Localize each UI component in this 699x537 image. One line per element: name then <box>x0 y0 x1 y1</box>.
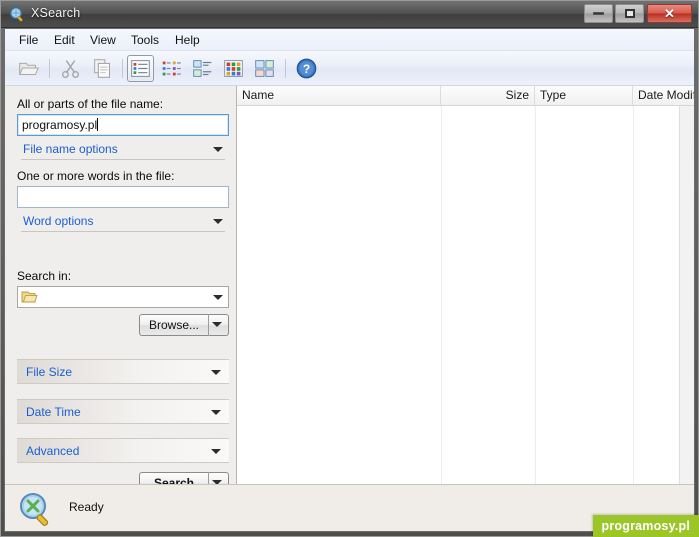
toolbar-separator-1 <box>49 59 50 78</box>
section-file-size-label: File Size <box>26 365 73 379</box>
view-small-icons-button[interactable] <box>220 55 247 82</box>
chevron-down-icon <box>211 449 221 454</box>
title-bar[interactable]: XSearch ✕ <box>1 1 698 28</box>
status-text: Ready <box>69 500 104 514</box>
divider <box>21 231 225 232</box>
window-title: XSearch <box>31 6 81 20</box>
view-large-icons-button[interactable] <box>251 55 278 82</box>
open-folder-icon <box>18 62 39 76</box>
menu-item-tools[interactable]: Tools <box>125 32 165 48</box>
view-tiles-icon <box>193 60 212 77</box>
close-button[interactable]: ✕ <box>647 4 692 23</box>
view-list-icon <box>162 61 181 76</box>
column-divider <box>633 106 634 487</box>
section-date-time-label: Date Time <box>26 405 81 419</box>
toolbar: ? <box>5 51 694 86</box>
copy-icon <box>94 59 110 78</box>
watermark-badge: programosy.pl <box>592 515 699 537</box>
word-options-toggle[interactable]: Word options <box>17 212 229 232</box>
magnifier-icon <box>9 6 23 22</box>
results-header: Name Size Type Date Modif <box>237 86 694 106</box>
menu-item-file[interactable]: File <box>13 32 44 48</box>
results-list[interactable] <box>237 106 694 487</box>
help-icon: ? <box>296 58 317 79</box>
cut-button[interactable] <box>57 55 84 82</box>
column-divider <box>441 106 442 487</box>
search-in-label: Search in: <box>17 269 72 283</box>
application-window: XSearch ✕ File Edit View Tools Help ? Al… <box>0 0 699 537</box>
menu-item-edit[interactable]: Edit <box>48 32 81 48</box>
toolbar-separator-3 <box>285 59 286 78</box>
chevron-down-icon <box>213 295 223 300</box>
column-divider <box>535 106 536 487</box>
file-name-options-label: File name options <box>23 142 118 156</box>
view-small-icons-icon <box>224 60 243 77</box>
copy-button[interactable] <box>89 55 116 82</box>
chevron-down-icon <box>211 410 221 415</box>
section-date-time[interactable]: Date Time <box>17 399 229 424</box>
chevron-down-icon <box>211 370 221 375</box>
menu-item-help[interactable]: Help <box>169 32 206 48</box>
maximize-icon <box>624 9 635 18</box>
view-tiles-button[interactable] <box>189 55 216 82</box>
chevron-down-icon <box>212 322 222 327</box>
view-large-icons-icon <box>255 60 274 77</box>
menu-item-view[interactable]: View <box>84 32 122 48</box>
cut-icon <box>61 60 80 78</box>
words-input[interactable] <box>17 186 229 208</box>
client-area: File Edit View Tools Help ? All or parts… <box>4 28 695 532</box>
text-caret <box>97 118 99 131</box>
browse-button[interactable]: Browse... <box>139 314 229 336</box>
column-header-name[interactable]: Name <box>237 86 441 105</box>
file-name-options-toggle[interactable]: File name options <box>17 140 229 160</box>
view-details-button[interactable] <box>127 55 154 82</box>
view-list-button[interactable] <box>158 55 185 82</box>
search-in-combobox[interactable] <box>17 286 229 308</box>
section-advanced-label: Advanced <box>26 444 80 458</box>
open-folder-button[interactable] <box>15 55 42 82</box>
magnifier-icon <box>20 493 49 526</box>
words-label: One or more words in the file: <box>17 169 175 183</box>
help-button[interactable]: ? <box>293 55 320 82</box>
browse-button-label: Browse... <box>148 318 199 332</box>
folder-icon <box>21 291 38 303</box>
column-header-type[interactable]: Type <box>535 86 633 105</box>
column-header-date-modified[interactable]: Date Modif <box>633 86 694 105</box>
word-options-label: Word options <box>23 214 94 228</box>
vertical-scrollbar[interactable] <box>679 106 694 504</box>
chevron-down-icon <box>213 147 223 152</box>
search-in-dropdown-button[interactable] <box>210 287 228 307</box>
maximize-button[interactable] <box>615 4 644 23</box>
chevron-down-icon <box>213 219 223 224</box>
column-header-size[interactable]: Size <box>441 86 535 105</box>
section-file-size[interactable]: File Size <box>17 359 229 384</box>
filename-input-value: programosy.pl <box>22 118 98 132</box>
results-pane: Name Size Type Date Modif <box>237 86 694 504</box>
section-advanced[interactable]: Advanced <box>17 438 229 463</box>
toolbar-separator-2 <box>122 59 123 78</box>
minimize-button[interactable] <box>584 4 613 23</box>
filename-input[interactable]: programosy.pl <box>17 114 229 136</box>
browse-dropdown-button[interactable] <box>208 314 228 336</box>
search-panel: All or parts of the file name: programos… <box>5 86 237 504</box>
close-icon: ✕ <box>664 6 675 21</box>
filename-label: All or parts of the file name: <box>17 97 164 111</box>
divider <box>21 159 225 160</box>
view-details-icon <box>131 60 150 77</box>
minimize-icon <box>593 12 604 15</box>
status-bar: Ready <box>5 484 694 531</box>
menu-bar: File Edit View Tools Help <box>5 29 694 51</box>
svg-text:?: ? <box>303 62 310 76</box>
